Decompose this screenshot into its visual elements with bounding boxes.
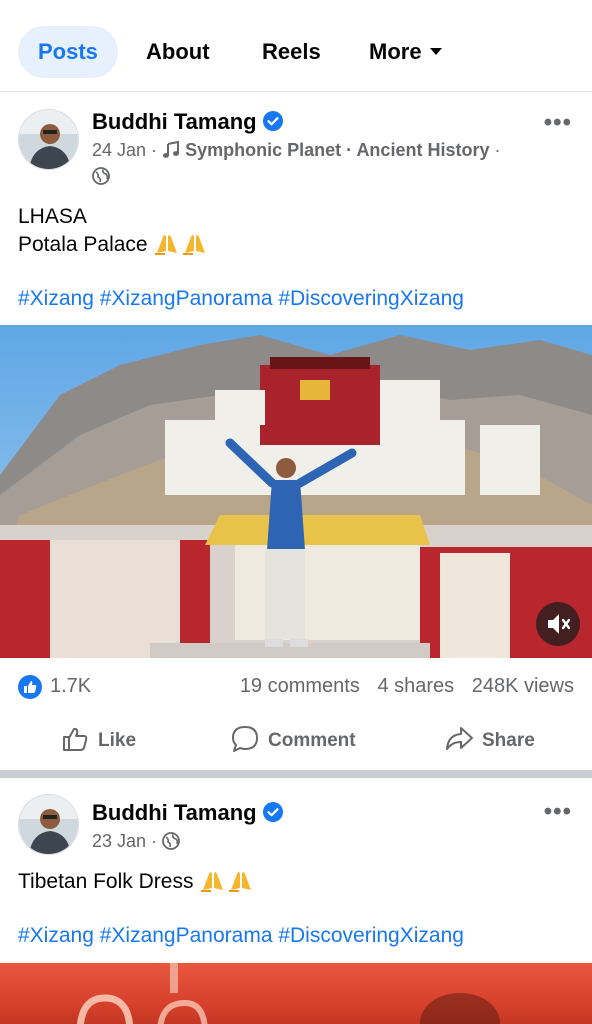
comments-count[interactable]: 19 comments bbox=[240, 675, 360, 697]
post-date[interactable]: 23 Jan bbox=[92, 831, 146, 851]
caret-down-icon bbox=[429, 47, 442, 55]
post-meta: 23 Jan · bbox=[92, 831, 180, 852]
post-text-caption: Potala Palace bbox=[18, 233, 148, 256]
comment-button[interactable]: Comment bbox=[230, 721, 356, 761]
globe-icon bbox=[92, 167, 110, 185]
tab-about[interactable]: About bbox=[146, 26, 210, 78]
like-count[interactable]: 1.7K bbox=[50, 675, 91, 698]
thumbs-up-icon bbox=[63, 727, 88, 751]
music-note-icon bbox=[163, 141, 180, 158]
post-photo[interactable] bbox=[0, 963, 592, 1024]
post-stats: 1.7K 19 comments 4 shares 248K views bbox=[18, 673, 574, 703]
more-dots-icon[interactable]: ••• bbox=[544, 109, 572, 137]
post-author[interactable]: Buddhi Tamang bbox=[92, 800, 283, 826]
tab-posts[interactable]: Posts bbox=[18, 26, 118, 78]
author-name[interactable]: Buddhi Tamang bbox=[92, 109, 257, 134]
speaker-muted-icon bbox=[548, 614, 571, 634]
author-name[interactable]: Buddhi Tamang bbox=[92, 800, 257, 825]
verified-badge-icon bbox=[262, 802, 283, 822]
post-category[interactable]: Ancient History bbox=[356, 140, 489, 160]
post-date[interactable]: 24 Jan bbox=[92, 140, 146, 160]
post-meta: 24 Jan · Symphonic Planet · Ancient Hist… bbox=[92, 140, 501, 160]
views-count: 248K views bbox=[471, 675, 574, 697]
tab-more[interactable]: More bbox=[369, 26, 442, 78]
music-title[interactable]: Symphonic Planet bbox=[185, 140, 341, 160]
folded-hands-icon bbox=[183, 235, 206, 255]
avatar[interactable] bbox=[18, 794, 79, 855]
profile-tabs: Posts About Reels More bbox=[0, 0, 592, 92]
privacy-globe bbox=[92, 167, 110, 187]
shares-count[interactable]: 4 shares bbox=[377, 675, 454, 697]
post-text: LHASA Potala Palace bbox=[18, 203, 209, 259]
like-label: Like bbox=[98, 730, 137, 751]
folded-hands-icon bbox=[155, 235, 178, 255]
post-text-line: LHASA bbox=[18, 205, 87, 228]
globe-icon bbox=[162, 832, 180, 850]
folded-hands-icon bbox=[201, 872, 224, 892]
potala-palace-photo bbox=[0, 325, 592, 658]
more-dots-icon[interactable]: ••• bbox=[544, 798, 572, 826]
post: Buddhi Tamang 23 Jan · ••• Tibetan Folk … bbox=[0, 778, 592, 1024]
folded-hands-icon bbox=[229, 872, 252, 892]
post-actions: Like Comment Share bbox=[0, 721, 592, 761]
verified-badge-icon bbox=[262, 111, 283, 131]
share-arrow-icon bbox=[446, 726, 473, 750]
comment-bubble-icon bbox=[232, 725, 258, 752]
post-hashtags[interactable]: #Xizang #XizangPanorama #DiscoveringXiza… bbox=[18, 924, 464, 948]
comment-label: Comment bbox=[268, 730, 356, 751]
neon-sign-photo bbox=[76, 963, 500, 1024]
share-label: Share bbox=[482, 730, 535, 751]
post: Buddhi Tamang 24 Jan · Symphonic Planet … bbox=[0, 93, 592, 770]
post-text-line-2: Potala Palace bbox=[18, 231, 209, 259]
post-text-caption: Tibetan Folk Dress bbox=[18, 870, 194, 893]
like-button[interactable]: Like bbox=[60, 721, 136, 761]
post-photo[interactable] bbox=[0, 325, 592, 658]
tab-more-label: More bbox=[369, 39, 422, 64]
like-badge-icon bbox=[18, 675, 42, 699]
share-button[interactable]: Share bbox=[444, 721, 535, 761]
mute-button[interactable] bbox=[536, 602, 580, 646]
post-author[interactable]: Buddhi Tamang bbox=[92, 109, 283, 135]
post-text: Tibetan Folk Dress bbox=[18, 868, 255, 896]
post-divider bbox=[0, 770, 592, 778]
post-hashtags[interactable]: #Xizang #XizangPanorama #DiscoveringXiza… bbox=[18, 287, 464, 311]
avatar[interactable] bbox=[18, 109, 79, 170]
engagement-stats: 19 comments 4 shares 248K views bbox=[228, 675, 574, 698]
tab-reels[interactable]: Reels bbox=[262, 26, 321, 78]
